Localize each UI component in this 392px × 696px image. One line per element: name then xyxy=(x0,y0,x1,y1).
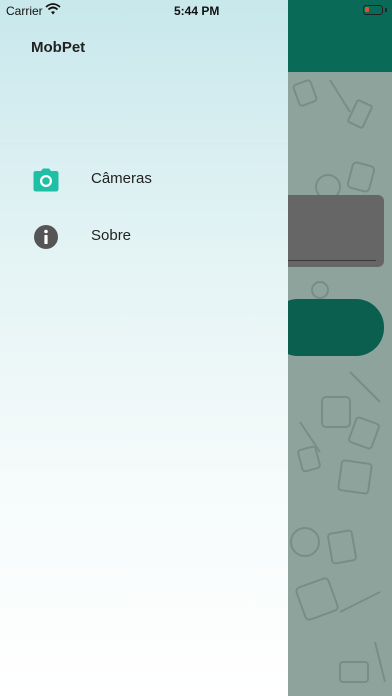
drawer-app-title: MobPet xyxy=(31,39,86,56)
menu-item-about-label: Sobre xyxy=(91,227,132,244)
camera-icon xyxy=(33,168,59,192)
background-card-underline xyxy=(282,260,376,261)
battery-icon xyxy=(363,5,383,15)
menu-item-about[interactable]: Sobre xyxy=(0,213,288,261)
status-bar: Carrier 5:44 PM xyxy=(0,0,288,20)
menu-item-cameras[interactable]: Câmeras xyxy=(0,156,288,204)
wifi-icon xyxy=(45,3,61,15)
battery-tip xyxy=(385,8,387,12)
navigation-drawer: Carrier 5:44 PM MobPet Câmeras Sobre xyxy=(0,0,288,696)
status-time: 5:44 PM xyxy=(174,4,220,18)
carrier-label: Carrier xyxy=(6,4,43,18)
menu-item-cameras-label: Câmeras xyxy=(91,170,152,187)
drawer-divider xyxy=(0,143,288,144)
background-card xyxy=(278,195,384,267)
info-icon xyxy=(34,225,58,249)
